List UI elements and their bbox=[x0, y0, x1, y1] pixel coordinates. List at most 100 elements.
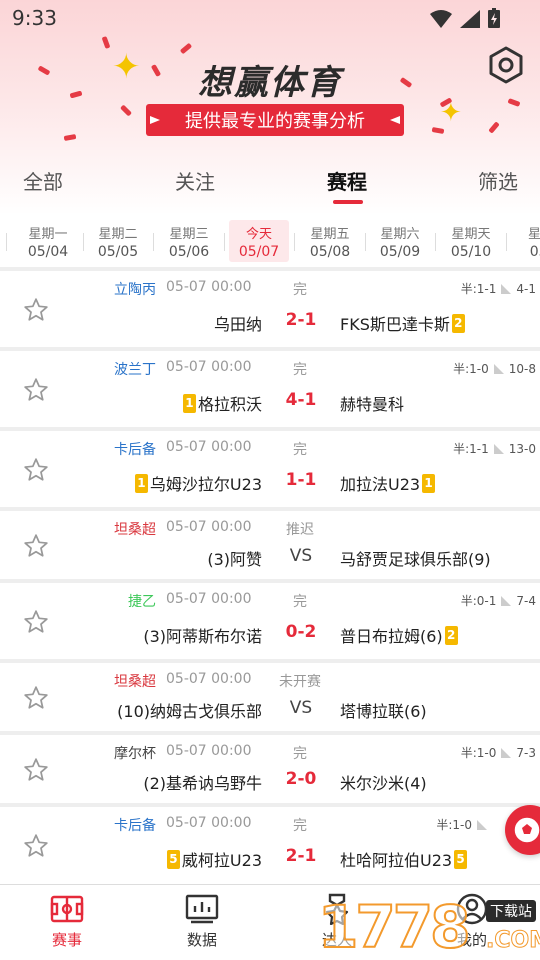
league-name: 坦桑超 bbox=[114, 674, 156, 690]
header: 9:33 ✦ ✦ 想赢体育 提供最专业的赛事分析 全部 关注 赛程 筛选 bbox=[0, 0, 540, 215]
day-item[interactable]: 星期天 05/10 bbox=[441, 220, 501, 262]
card-count-badge: 5 bbox=[166, 849, 180, 869]
star-outline-icon[interactable] bbox=[23, 833, 49, 859]
home-team: (10)纳姆古戈俱乐部 bbox=[117, 698, 262, 722]
match-score: 2-1 bbox=[285, 310, 317, 330]
gear-icon[interactable] bbox=[487, 46, 525, 84]
away-team-name: 加拉法U23 bbox=[340, 475, 421, 494]
day-date: 05/09 bbox=[379, 244, 421, 260]
league-name: 坦桑超 bbox=[114, 522, 156, 538]
tab-follow[interactable]: 关注 bbox=[175, 166, 215, 195]
day-date: 05/ bbox=[529, 244, 540, 260]
away-team: 普日布拉姆(6) 2 bbox=[340, 623, 458, 647]
divider bbox=[6, 233, 7, 251]
match-card[interactable]: 卡后备 05-07 00:00 完 半:1-1 13-0 1 乌姆沙拉尔U23 1… bbox=[0, 431, 540, 507]
league-name: 摩尔杯 bbox=[114, 746, 156, 762]
divider bbox=[294, 233, 295, 251]
match-status: 完 bbox=[293, 362, 307, 378]
divider bbox=[83, 233, 84, 251]
match-time: 05-07 00:00 bbox=[166, 439, 252, 455]
corner-flag-icon bbox=[493, 443, 504, 454]
match-time: 05-07 00:00 bbox=[166, 671, 252, 687]
nav-data[interactable]: 数据 bbox=[162, 893, 242, 950]
corner-count: 7-3 bbox=[516, 745, 536, 760]
match-time: 05-07 00:00 bbox=[166, 359, 252, 375]
corner-count: 13-0 bbox=[508, 441, 536, 456]
day-weekday: 今天 bbox=[245, 227, 272, 242]
match-status: 完 bbox=[293, 746, 307, 762]
day-weekday: 星期五 bbox=[310, 227, 350, 242]
half-time-score: 半:1-1 bbox=[460, 282, 497, 296]
star-outline-icon[interactable] bbox=[23, 609, 49, 635]
watermark-digits: 1778 bbox=[317, 893, 471, 960]
day-item[interactable]: 星期一 05/04 bbox=[18, 220, 78, 262]
star-outline-icon[interactable] bbox=[23, 297, 49, 323]
match-status: 未开赛 bbox=[279, 674, 321, 690]
soccer-ball-icon bbox=[513, 816, 540, 844]
match-score: 2-1 bbox=[285, 846, 317, 866]
match-card[interactable]: 坦桑超 05-07 00:00 未开赛 (10)纳姆古戈俱乐部 VS 塔博拉联(… bbox=[0, 663, 540, 731]
card-count-badge: 1 bbox=[422, 473, 436, 493]
match-extra-stats: 半:1-1 4-1 bbox=[461, 280, 536, 297]
away-team-name: 马舒贾足球俱乐部(9) bbox=[340, 550, 491, 569]
star-outline-icon[interactable] bbox=[23, 377, 49, 403]
match-card[interactable]: 捷乙 05-07 00:00 完 半:0-1 7-4 (3)阿蒂斯布尔诺 0-2… bbox=[0, 583, 540, 659]
match-card[interactable]: 波兰丁 05-07 00:00 完 半:1-0 10-8 1 格拉积沃 4-1 赫… bbox=[0, 351, 540, 427]
home-team-name: (10)纳姆古戈俱乐部 bbox=[117, 702, 262, 721]
away-team-name: 杜哈阿拉伯U23 bbox=[340, 851, 453, 870]
confetti-decoration bbox=[101, 36, 111, 49]
watermark-domain: .COM bbox=[485, 928, 540, 954]
divider bbox=[365, 233, 366, 251]
star-outline-icon[interactable] bbox=[23, 457, 49, 483]
divider bbox=[435, 233, 436, 251]
tab-filter[interactable]: 筛选 bbox=[478, 166, 518, 195]
day-date: 05/07 bbox=[238, 244, 280, 260]
day-date: 05/10 bbox=[450, 244, 492, 260]
card-count-badge: 1 bbox=[134, 473, 148, 493]
match-extra-stats: 半:1-0 bbox=[436, 816, 488, 833]
home-team-name: (2)基希讷乌野牛 bbox=[143, 774, 262, 793]
watermark-logo: 1778 下载站 .COM bbox=[317, 893, 540, 960]
day-item-today[interactable]: 今天 05/07 bbox=[229, 220, 289, 262]
match-status: 完 bbox=[293, 594, 307, 610]
divider bbox=[506, 233, 507, 251]
tagline-text: 提供最专业的赛事分析 bbox=[185, 111, 365, 132]
nav-matches[interactable]: 赛事 bbox=[27, 893, 107, 950]
match-card[interactable]: 立陶丙 05-07 00:00 完 半:1-1 4-1 乌田纳 2-1 FKS斯… bbox=[0, 271, 540, 347]
match-time: 05-07 00:00 bbox=[166, 279, 252, 295]
corner-count: 4-1 bbox=[516, 281, 536, 296]
match-card[interactable]: 坦桑超 05-07 00:00 推迟 (3)阿赞 VS 马舒贾足球俱乐部(9) bbox=[0, 511, 540, 579]
star-outline-icon[interactable] bbox=[23, 533, 49, 559]
half-time-score: 半:1-1 bbox=[453, 442, 489, 456]
day-item[interactable]: 星期 05/ bbox=[511, 220, 540, 262]
day-item[interactable]: 星期三 05/06 bbox=[159, 220, 219, 262]
match-card[interactable]: 卡后备 05-07 00:00 完 半:1-0 5 威柯拉U23 2-1 杜哈阿拉… bbox=[0, 807, 540, 884]
day-date: 05/06 bbox=[168, 244, 210, 260]
half-time-score: 半:0-1 bbox=[460, 594, 497, 608]
match-status: 推迟 bbox=[286, 522, 314, 538]
match-time: 05-07 00:00 bbox=[166, 743, 252, 759]
home-team: 1 格拉积沃 bbox=[182, 391, 262, 415]
half-time-score: 半:1-0 bbox=[460, 746, 497, 760]
league-name: 捷乙 bbox=[128, 594, 156, 610]
confetti-decoration bbox=[119, 104, 133, 117]
home-team: (3)阿赞 bbox=[207, 546, 262, 570]
tab-schedule[interactable]: 赛程 bbox=[327, 166, 367, 195]
tab-all[interactable]: 全部 bbox=[23, 166, 63, 195]
match-status: 完 bbox=[293, 282, 307, 298]
day-date: 05/05 bbox=[97, 244, 139, 260]
match-status: 完 bbox=[293, 818, 307, 834]
corner-count: 7-4 bbox=[516, 593, 536, 608]
match-card[interactable]: 摩尔杯 05-07 00:00 完 半:1-0 7-3 (2)基希讷乌野牛 2-… bbox=[0, 735, 540, 803]
day-item[interactable]: 星期六 05/09 bbox=[370, 220, 430, 262]
day-item[interactable]: 星期五 05/08 bbox=[300, 220, 360, 262]
corner-flag-icon bbox=[501, 283, 512, 294]
confetti-decoration bbox=[179, 42, 193, 55]
soccer-ball-float-button[interactable] bbox=[505, 805, 540, 855]
home-team-name: 乌田纳 bbox=[213, 315, 262, 334]
corner-flag-icon bbox=[501, 747, 512, 758]
star-outline-icon[interactable] bbox=[23, 757, 49, 783]
day-item[interactable]: 星期二 05/05 bbox=[88, 220, 148, 262]
star-outline-icon[interactable] bbox=[23, 685, 49, 711]
match-status: 完 bbox=[293, 442, 307, 458]
